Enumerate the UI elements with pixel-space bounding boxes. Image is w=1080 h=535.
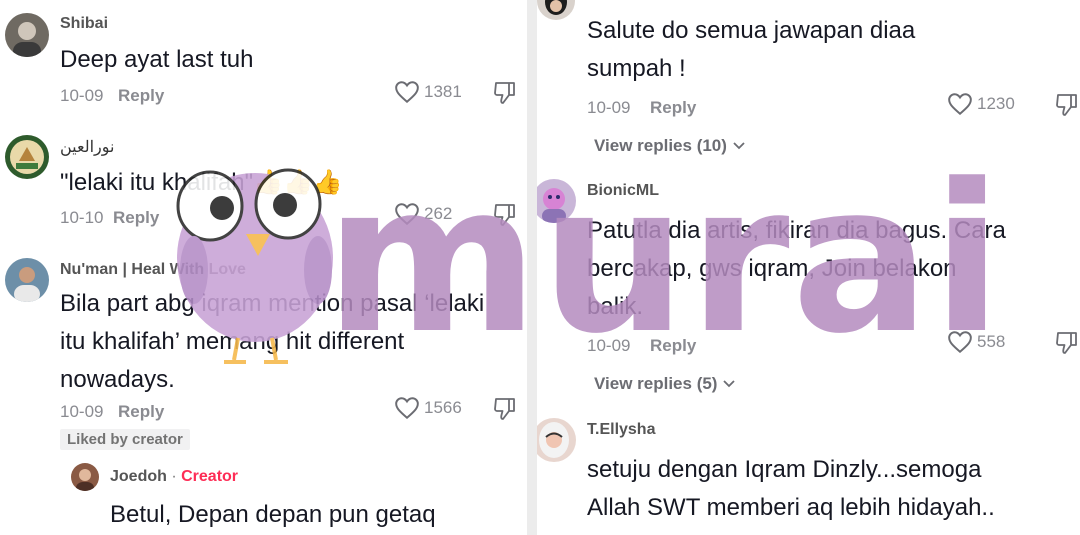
comment-text-line: nowadays. (60, 366, 175, 393)
like-count: 1566 (424, 398, 462, 417)
like-button[interactable]: 558 (947, 330, 1005, 354)
dislike-icon[interactable] (1055, 330, 1079, 356)
chevron-down-icon (723, 380, 735, 388)
view-replies-label: View replies (5) (594, 374, 718, 393)
comment-text: Bila part abg iqram mention pasal ‘lelak… (60, 285, 484, 399)
comment-username[interactable]: BionicML (587, 182, 659, 200)
avatar-image (76, 469, 94, 491)
comment-username[interactable]: نورالعين (60, 137, 115, 157)
like-button[interactable]: 1566 (394, 396, 462, 420)
avatar-image (542, 188, 566, 223)
like-button[interactable]: 1381 (394, 80, 462, 104)
dislike-icon[interactable] (493, 202, 517, 228)
comment-date: 10-09 (60, 402, 104, 421)
right-comment-panel: Salute do semua jawapan diaa sumpah ! 10… (537, 0, 1080, 535)
reply-button[interactable]: Reply (650, 336, 696, 356)
heart-icon (395, 203, 419, 226)
creator-label: Creator (181, 468, 239, 485)
comment-text: "lelaki itu khalifah"👍👍👍 (60, 169, 343, 196)
comment-text: Patutla dia artis, fikiran dia bagus. Ca… (587, 212, 1006, 326)
reply-username[interactable]: Joedoh · Creator (110, 468, 238, 486)
comment-text-line: Bila part abg iqram mention pasal ‘lelak… (60, 290, 485, 317)
avatar-image (13, 22, 41, 57)
dislike-icon[interactable] (493, 80, 517, 106)
reply-username-text: Joedoh (110, 468, 167, 485)
avatar[interactable] (5, 258, 49, 302)
avatar-image (545, 0, 567, 15)
left-comment-panel: Shibai Deep ayat last tuh 10-09 Reply 13… (0, 0, 527, 535)
comment-date: 10-09 (587, 336, 631, 355)
comment-text-line: bercakap, gws iqram, Join belakon (587, 255, 957, 282)
avatar-image (539, 422, 569, 458)
comment-text-line: itu khalifah’ memang hit different (60, 328, 405, 355)
liked-by-creator-badge: Liked by creator (60, 429, 190, 450)
comment-date: 10-09 (587, 98, 631, 117)
avatar-image (14, 267, 40, 302)
comment-text-line: Allah SWT memberi aq lebih hidayah.. (587, 494, 995, 521)
like-count: 1381 (424, 82, 462, 101)
comment-text: setuju dengan Iqram Dinzly...semoga Alla… (587, 451, 995, 527)
like-count: 1230 (977, 94, 1015, 113)
like-count: 262 (424, 204, 453, 223)
avatar[interactable] (537, 418, 576, 462)
comment-text-line: Patutla dia artis, fikiran dia bagus. Ca… (587, 217, 1006, 244)
comment-username[interactable]: T.Ellysha (587, 421, 655, 439)
heart-icon (948, 331, 972, 354)
heart-icon (395, 81, 419, 104)
comment-username[interactable]: Shibai (60, 15, 108, 33)
like-button[interactable]: 262 (394, 202, 452, 226)
chevron-down-icon (733, 142, 745, 150)
avatar[interactable] (5, 13, 49, 57)
avatar[interactable] (537, 0, 575, 20)
dislike-icon[interactable] (1055, 92, 1079, 118)
separator: · (171, 468, 177, 485)
avatar[interactable] (71, 463, 99, 491)
reply-button[interactable]: Reply (118, 86, 164, 106)
heart-icon (948, 93, 972, 116)
comment-text-line: balik. (587, 293, 644, 320)
comment-date: 10-10 (60, 208, 104, 227)
comment-text-line: setuju dengan Iqram Dinzly...semoga (587, 456, 982, 483)
comment-username[interactable]: Nu'man | Heal With Love (60, 261, 246, 279)
heart-icon (395, 397, 419, 420)
view-replies-button[interactable]: View replies (5) (594, 374, 736, 394)
avatar[interactable] (5, 135, 49, 179)
view-replies-button[interactable]: View replies (10) (594, 136, 746, 156)
comment-text-line: sumpah ! (587, 55, 686, 82)
comment-date: 10-09 (60, 86, 104, 105)
view-replies-label: View replies (10) (594, 136, 727, 155)
comment-text: Deep ayat last tuh (60, 46, 254, 73)
column-divider (527, 0, 537, 535)
dislike-icon[interactable] (493, 396, 517, 422)
avatar-image (10, 140, 44, 174)
reply-button[interactable]: Reply (113, 208, 159, 228)
reply-button[interactable]: Reply (650, 98, 696, 118)
reply-button[interactable]: Reply (118, 402, 164, 422)
like-button[interactable]: 1230 (947, 92, 1015, 116)
like-count: 558 (977, 332, 1006, 351)
comment-text-line: Salute do semua jawapan diaa (587, 17, 916, 44)
comment-text: Salute do semua jawapan diaa sumpah ! (587, 12, 915, 88)
avatar[interactable] (537, 179, 576, 223)
reply-text: Betul, Depan depan pun getaq (110, 501, 436, 528)
